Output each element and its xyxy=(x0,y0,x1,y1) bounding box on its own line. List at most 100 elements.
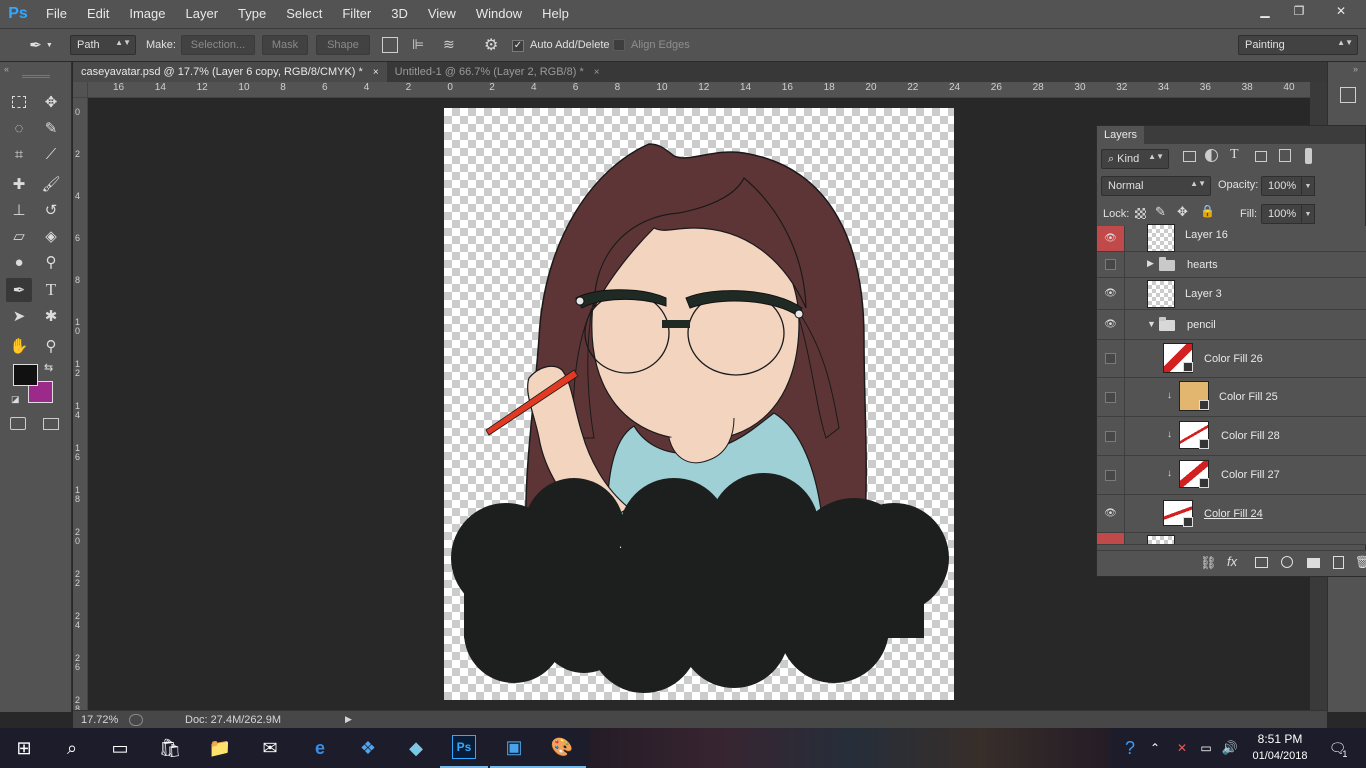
menu-view[interactable]: View xyxy=(418,0,466,28)
collapse-icon[interactable]: « xyxy=(4,64,9,74)
path-selection-tool-icon[interactable]: ➤ xyxy=(6,304,32,328)
search-icon[interactable]: ⌕ xyxy=(48,728,96,768)
custom-shape-tool-icon[interactable]: ✱ xyxy=(38,304,64,328)
layer-name[interactable]: pencil xyxy=(1187,319,1216,331)
pen-tool-preset-icon[interactable]: ✒ ▼ xyxy=(22,35,60,55)
status-menu-arrow-icon[interactable]: ▶ xyxy=(345,714,352,725)
clock-date[interactable]: 01/04/2018 xyxy=(1248,750,1312,762)
make-shape-button[interactable]: Shape xyxy=(316,35,370,55)
healing-brush-tool-icon[interactable]: ✚ xyxy=(6,172,32,196)
network-icon[interactable]: ✕ xyxy=(1170,728,1194,768)
layer-name[interactable]: Layer 3 xyxy=(1185,288,1222,300)
vertical-ruler[interactable]: 0 2 4 6 8 1 0 1 2 1 4 1 6 1 8 2 0 2 2 2 4 2 6 2 8 xyxy=(73,98,88,710)
new-layer-icon[interactable] xyxy=(1333,556,1344,569)
new-group-icon[interactable] xyxy=(1307,558,1320,568)
lock-pixels-icon[interactable]: ✎ xyxy=(1155,204,1166,220)
restore-button[interactable]: ❐ xyxy=(1282,1,1316,21)
default-colors-icon[interactable]: ◪ xyxy=(11,394,20,405)
volume-icon[interactable]: 🔊 xyxy=(1218,728,1242,768)
notifications-icon[interactable]: 🗨 1 xyxy=(1318,728,1358,768)
foreground-color-fill[interactable] xyxy=(13,364,38,386)
layer-row-layer-16[interactable]: 👁 Layer 16 xyxy=(1097,224,1366,252)
layer-row-pencil[interactable]: 👁 ▼ pencil xyxy=(1097,310,1366,340)
layer-row-color-fill-26[interactable]: Color Fill 26 xyxy=(1097,340,1366,378)
layer-name[interactable]: Color Fill 26 xyxy=(1204,353,1263,365)
brush-tool-icon[interactable]: 🖌 xyxy=(38,172,64,196)
fill-dropdown-icon[interactable]: ▼ xyxy=(1301,204,1315,224)
layer-name[interactable]: hearts xyxy=(1187,259,1218,271)
eye-icon[interactable]: 👁 xyxy=(1097,310,1125,339)
menu-type[interactable]: Type xyxy=(228,0,276,28)
menu-3d[interactable]: 3D xyxy=(381,0,418,28)
eraser-tool-icon[interactable]: ▱ xyxy=(6,224,32,248)
workspace-select[interactable]: Painting ▲▼ xyxy=(1238,35,1358,55)
tab-untitled-1[interactable]: Untitled-1 @ 66.7% (Layer 2, RGB/8) * × xyxy=(387,62,608,82)
layer-row-color-fill-24[interactable]: 👁 Color Fill 24 xyxy=(1097,495,1366,533)
eye-icon[interactable]: 👁 xyxy=(1097,278,1125,309)
ruler-origin[interactable] xyxy=(73,82,88,98)
visibility-toggle[interactable] xyxy=(1097,378,1125,416)
visibility-toggle[interactable] xyxy=(1097,456,1125,494)
make-selection-button[interactable]: Selection... xyxy=(181,35,255,55)
menu-layer[interactable]: Layer xyxy=(176,0,229,28)
history-brush-tool-icon[interactable]: ↺ xyxy=(38,198,64,222)
link-layers-icon[interactable]: ⛓ xyxy=(1200,555,1217,571)
crop-tool-icon[interactable]: ⌗ xyxy=(6,142,32,166)
trash-icon[interactable]: 🗑 xyxy=(1355,555,1366,569)
swap-colors-icon[interactable]: ⇆ xyxy=(44,361,53,374)
clone-stamp-tool-icon[interactable]: ⊥ xyxy=(6,198,32,222)
layer-row-color-fill-28[interactable]: ↓ Color Fill 28 xyxy=(1097,417,1366,456)
lock-all-icon[interactable]: 🔒 xyxy=(1200,204,1215,218)
menu-filter[interactable]: Filter xyxy=(332,0,381,28)
file-explorer-icon[interactable]: 📁 xyxy=(196,728,244,768)
close-tab-icon[interactable]: × xyxy=(594,67,600,78)
layer-name[interactable]: Color Fill 25 xyxy=(1219,391,1278,403)
filter-smart-object-icon[interactable] xyxy=(1279,149,1291,162)
opacity-dropdown-icon[interactable]: ▼ xyxy=(1301,176,1315,196)
store-icon[interactable]: 🛍 xyxy=(146,728,194,768)
filter-toggle-icon[interactable] xyxy=(1305,148,1312,164)
expand-panels-icon[interactable]: » xyxy=(1353,64,1358,74)
gear-icon[interactable]: ⚙ xyxy=(484,35,502,54)
windows-start-icon[interactable]: ⊞ xyxy=(0,728,48,768)
fx-icon[interactable]: fx xyxy=(1227,554,1237,569)
auto-add-delete-checkbox[interactable]: ✓ xyxy=(512,39,524,52)
eye-icon[interactable]: 👁 xyxy=(1097,495,1125,532)
close-button[interactable]: ✕ xyxy=(1316,1,1366,21)
app-icon[interactable]: ◆ xyxy=(392,728,440,768)
browser-window-icon[interactable]: ▣ xyxy=(490,728,538,768)
paint-bucket-tool-icon[interactable]: ◈ xyxy=(38,224,64,248)
pen-tool-icon[interactable]: ✒ xyxy=(6,278,32,302)
lock-transparency-icon[interactable] xyxy=(1135,208,1146,219)
horizontal-ruler[interactable]: 16 14 12 10 8 6 4 2 0 2 4 6 8 10 12 14 16 18 20 22 24 26 28 30 3… xyxy=(88,82,1310,98)
blur-tool-icon[interactable]: ● xyxy=(6,250,32,274)
filter-adjustment-icon[interactable] xyxy=(1205,149,1218,162)
close-tab-icon[interactable]: × xyxy=(373,67,379,78)
opacity-input[interactable]: 100% xyxy=(1261,176,1303,196)
mail-icon[interactable]: ✉ xyxy=(246,728,294,768)
tab-caseyavatar[interactable]: caseyavatar.psd @ 17.7% (Layer 6 copy, R… xyxy=(73,62,387,82)
layer-name[interactable]: Layer 16 xyxy=(1185,229,1228,241)
zoom-tool-icon[interactable]: ⚲ xyxy=(38,334,64,358)
layer-filter-select[interactable]: ⌕ Kind ▲▼ xyxy=(1101,149,1169,169)
menu-window[interactable]: Window xyxy=(466,0,532,28)
path-alignment-icon[interactable]: ⊫ xyxy=(412,37,428,53)
battery-icon[interactable]: ▭ xyxy=(1194,728,1218,768)
make-mask-button[interactable]: Mask xyxy=(262,35,308,55)
layer-row-color-fill-27[interactable]: ↓ Color Fill 27 xyxy=(1097,456,1366,495)
filter-shape-icon[interactable] xyxy=(1255,151,1267,162)
eyedropper-tool-icon[interactable]: ⟋ xyxy=(38,142,64,166)
menu-edit[interactable]: Edit xyxy=(77,0,119,28)
visibility-toggle[interactable] xyxy=(1097,417,1125,455)
layer-name[interactable]: Color Fill 28 xyxy=(1221,430,1280,442)
path-arrangement-icon[interactable]: ≋ xyxy=(443,36,461,54)
move-tool-icon[interactable]: ✥ xyxy=(38,90,64,114)
screen-mode-icon[interactable] xyxy=(43,418,59,430)
dropbox-icon[interactable]: ❖ xyxy=(344,728,392,768)
quick-mask-icon[interactable] xyxy=(10,417,26,430)
align-edges-checkbox[interactable] xyxy=(613,39,625,54)
marquee-tool-icon[interactable] xyxy=(6,90,32,114)
layer-row-color-fill-25[interactable]: ↓ Color Fill 25 xyxy=(1097,378,1366,417)
hand-tool-icon[interactable]: ✋ xyxy=(6,334,32,358)
visibility-toggle[interactable] xyxy=(1097,340,1125,377)
